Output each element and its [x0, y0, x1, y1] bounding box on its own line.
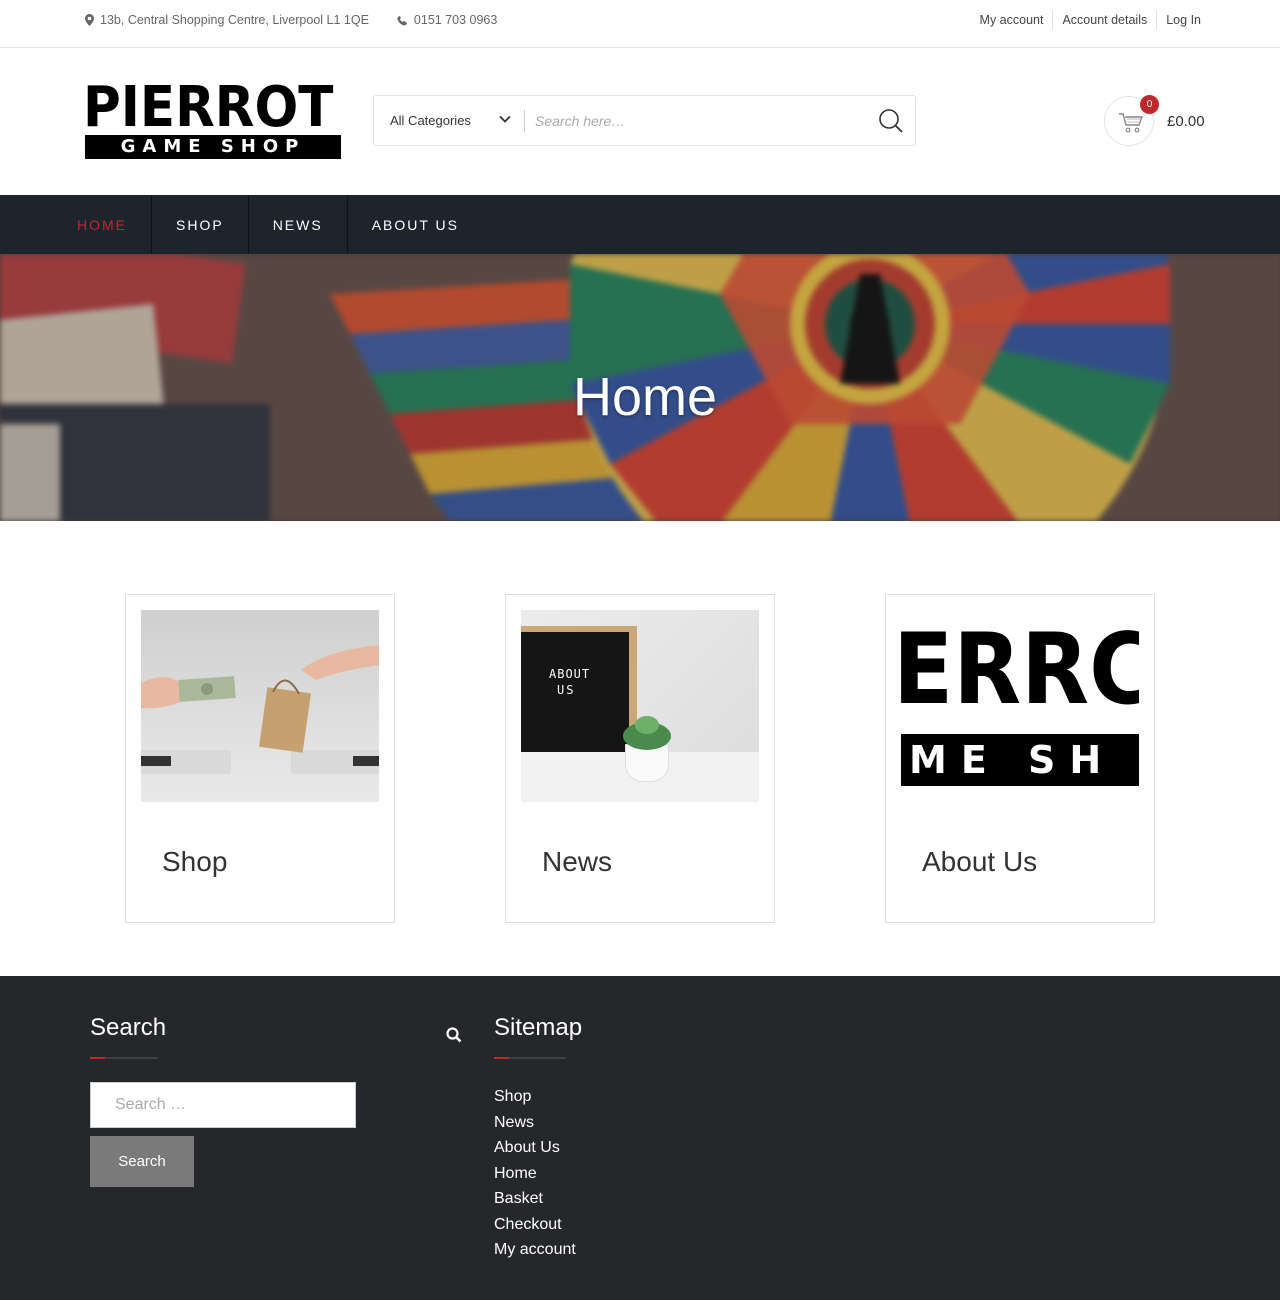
sitemap-link-home[interactable]: Home [494, 1161, 576, 1187]
phone-icon [397, 14, 407, 26]
title-underline [494, 1057, 566, 1059]
footer-search-button[interactable]: Search [90, 1136, 194, 1187]
account-details-link[interactable]: Account details [1052, 11, 1156, 29]
address-text: 13b, Central Shopping Centre, Liverpool … [100, 13, 369, 27]
sitemap-link-checkout[interactable]: Checkout [494, 1212, 576, 1238]
account-links: My account Account details Log In [971, 11, 1201, 29]
card-shop-label: Shop [162, 846, 228, 877]
sitemap-link-basket[interactable]: Basket [494, 1186, 576, 1212]
top-bar: 13b, Central Shopping Centre, Liverpool … [0, 0, 1280, 48]
logo-text-sub: GAME SHOP [85, 135, 341, 159]
nav-about-us[interactable]: ABOUT US [348, 195, 483, 254]
logo-text-main: PIERROT [83, 75, 334, 140]
nav-news[interactable]: NEWS [249, 195, 348, 254]
contact-info: 13b, Central Shopping Centre, Liverpool … [85, 13, 525, 27]
search-icon[interactable] [878, 108, 904, 134]
search-input[interactable] [535, 106, 855, 136]
phone: 0151 703 0963 [397, 13, 497, 27]
footer: Search Search Sitemap Shop News About Us… [0, 976, 1280, 1300]
search-icon[interactable] [446, 1027, 462, 1043]
card-news[interactable]: ABOUT US News [505, 594, 775, 923]
header: PIERROT GAME SHOP All Categories 0 £0.00 [0, 49, 1280, 195]
address: 13b, Central Shopping Centre, Liverpool … [85, 13, 369, 27]
phone-text: 0151 703 0963 [413, 13, 498, 27]
letter-board-text-2: US [557, 683, 576, 697]
sitemap-link-my-account[interactable]: My account [494, 1237, 576, 1263]
product-search: All Categories [373, 95, 916, 146]
title-underline [90, 1057, 158, 1059]
shop-image [141, 610, 379, 802]
cart-count-badge: 0 [1140, 95, 1159, 114]
my-account-link[interactable]: My account [971, 11, 1053, 29]
cart-total[interactable]: £0.00 [1167, 113, 1205, 130]
sitemap-link-shop[interactable]: Shop [494, 1084, 576, 1110]
cart-button[interactable]: 0 [1104, 95, 1159, 146]
hero-banner: Home [0, 254, 1280, 521]
card-about-us[interactable]: ERRC ME SH About Us [885, 594, 1155, 923]
page-title: Home [572, 367, 718, 427]
category-select[interactable]: All Categories [390, 113, 471, 128]
cart-icon [1119, 113, 1144, 133]
sitemap-title: Sitemap [494, 1014, 583, 1041]
nav-home[interactable]: HOME [0, 195, 152, 254]
card-news-label: News [542, 846, 613, 877]
letter-board-text-1: ABOUT [549, 667, 591, 681]
chevron-down-icon[interactable] [498, 112, 512, 126]
footer-search-input[interactable] [90, 1082, 356, 1128]
news-image: ABOUT US [521, 610, 759, 802]
about-logo-text-2: ME SH [909, 738, 1116, 782]
about-us-logo-image: ERRC ME SH [901, 610, 1139, 802]
divider [524, 110, 525, 132]
footer-search-title: Search [90, 1014, 167, 1041]
sitemap-link-news[interactable]: News [494, 1110, 576, 1136]
sitemap-list: Shop News About Us Home Basket Checkout … [494, 1084, 576, 1263]
nav-shop[interactable]: SHOP [152, 195, 249, 254]
about-logo-text-1: ERRC [901, 613, 1139, 727]
map-pin-icon [85, 14, 94, 26]
card-shop[interactable]: Shop [125, 594, 395, 923]
card-about-us-label: About Us [922, 846, 1038, 877]
log-in-link[interactable]: Log In [1156, 11, 1201, 29]
sitemap-link-about-us[interactable]: About Us [494, 1135, 576, 1161]
site-logo[interactable]: PIERROT GAME SHOP [83, 78, 341, 160]
main-nav: HOME SHOP NEWS ABOUT US [0, 195, 1280, 254]
